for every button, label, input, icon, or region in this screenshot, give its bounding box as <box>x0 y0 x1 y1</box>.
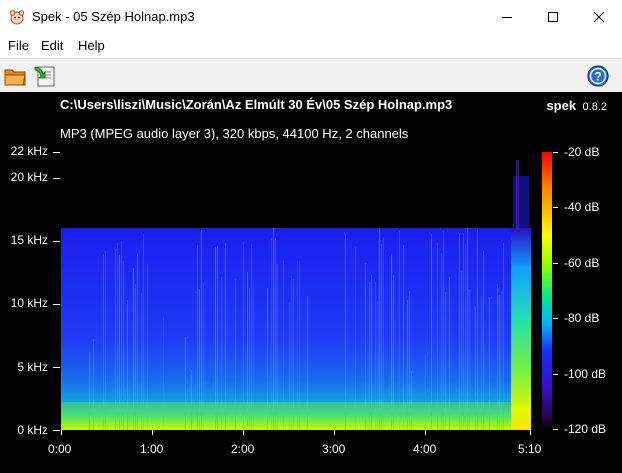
colorbar-label: -80 dB <box>564 311 600 325</box>
y-tick <box>53 178 60 179</box>
spectrogram-streak <box>467 228 468 430</box>
menu-bar: File Edit Help <box>0 34 622 58</box>
spectrogram-streak <box>477 230 478 430</box>
colorbar <box>542 152 552 430</box>
colorbar-label: -120 dB <box>564 422 607 436</box>
x-tick-label: 5:10 <box>518 442 542 456</box>
maximize-button[interactable] <box>530 0 576 34</box>
close-button[interactable] <box>576 0 622 34</box>
colorbar-tick <box>553 263 558 264</box>
y-tick-label: 20 kHz <box>10 170 48 184</box>
open-button[interactable] <box>3 63 29 89</box>
x-tick-label: 2:00 <box>231 442 255 456</box>
toolbar: ? <box>0 58 622 93</box>
help-button[interactable]: ? <box>585 63 611 89</box>
close-icon <box>593 11 605 23</box>
y-tick-label: 5 kHz <box>17 360 48 374</box>
maximize-icon <box>548 12 558 22</box>
spectrogram-streak <box>345 234 346 430</box>
colorbar-tick <box>553 152 558 153</box>
y-tick <box>53 241 60 242</box>
x-tick-label: 4:00 <box>413 442 437 456</box>
y-tick-label: 10 kHz <box>10 296 48 310</box>
brand-name: spek <box>546 98 577 113</box>
spectrogram-streak <box>273 228 274 430</box>
brand: spek 0.8.2 <box>546 97 607 115</box>
x-tick <box>334 430 335 435</box>
colorbar-tick <box>553 318 558 319</box>
spectrogram-streak <box>383 237 384 430</box>
spectrogram-viewer[interactable]: C:\Users\liszi\Music\Zorán\Az Elmúlt 30 … <box>0 92 622 473</box>
menu-help[interactable]: Help <box>78 38 105 53</box>
colorbar-label: -40 dB <box>564 200 600 214</box>
spectrogram-streak <box>121 241 122 430</box>
folder-open-icon <box>4 69 26 86</box>
spectrogram-streak <box>271 238 272 430</box>
spectrogram-streak <box>431 234 432 430</box>
minimize-icon <box>502 17 512 18</box>
x-tick <box>425 430 426 435</box>
spectrogram-streak <box>143 234 144 430</box>
file-info: MP3 (MPEG audio layer 3), 320 kbps, 4410… <box>60 126 409 141</box>
y-tick <box>53 430 60 431</box>
spectrogram-streak <box>225 243 226 430</box>
y-tick <box>53 152 60 153</box>
spectrogram-heatmap <box>61 152 531 430</box>
minimize-button[interactable] <box>484 0 530 34</box>
menu-file[interactable]: File <box>8 38 29 53</box>
spectrogram-streak <box>443 231 444 430</box>
spek-app-icon <box>9 10 25 25</box>
title-bar[interactable]: Spek - 05 Szép Holnap.mp3 <box>0 0 622 34</box>
spectrogram-streak <box>243 242 244 430</box>
spectrogram-streak <box>459 233 460 430</box>
help-icon: ? <box>587 65 609 87</box>
spectrogram-streak <box>201 230 202 430</box>
brand-version: 0.8.2 <box>582 101 607 113</box>
y-tick-label: 15 kHz <box>10 233 48 247</box>
x-tick <box>61 430 62 435</box>
x-tick-label: 3:00 <box>322 442 346 456</box>
spectrogram-streak <box>379 229 380 430</box>
spectrogram-plot[interactable] <box>61 152 531 430</box>
low-frequency-band <box>61 402 511 430</box>
colorbar-label: -20 dB <box>564 145 600 159</box>
colorbar-label: -60 dB <box>564 256 600 270</box>
x-tick <box>152 430 153 435</box>
y-tick <box>53 304 60 305</box>
spectrogram-streak <box>275 238 276 430</box>
spectrogram-streak <box>117 243 118 430</box>
spectrogram-streak <box>437 243 438 430</box>
x-tick-label: 0:00 <box>48 442 72 456</box>
y-tick <box>53 367 60 368</box>
spectrogram-streak <box>503 243 504 430</box>
menu-edit[interactable]: Edit <box>41 38 63 53</box>
x-tick <box>530 430 531 435</box>
colorbar-tick <box>553 429 558 430</box>
colorbar-tick <box>553 374 558 375</box>
svg-text:?: ? <box>594 70 601 84</box>
x-tick <box>243 430 244 435</box>
save-button[interactable] <box>32 63 58 89</box>
x-tick-label: 1:00 <box>140 442 164 456</box>
spectrogram-streak <box>399 231 400 430</box>
y-tick-label: 0 kHz <box>17 423 48 437</box>
save-icon <box>34 66 55 87</box>
window-title: Spek - 05 Szép Holnap.mp3 <box>32 9 195 24</box>
colorbar-label: -100 dB <box>564 367 607 381</box>
file-path: C:\Users\liszi\Music\Zorán\Az Elmúlt 30 … <box>60 97 453 112</box>
spectrogram-streak <box>463 233 464 430</box>
y-tick-label: 22 kHz <box>10 144 48 158</box>
colorbar-tick <box>553 207 558 208</box>
